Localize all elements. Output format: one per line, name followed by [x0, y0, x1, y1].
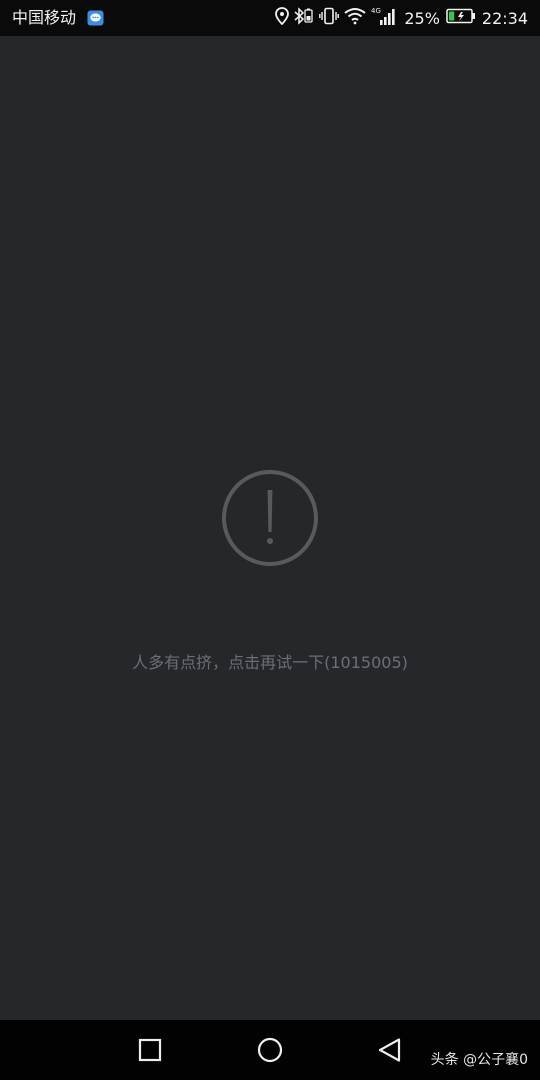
watermark: 头条 @公子襄0: [430, 1052, 528, 1068]
bluetooth-icon: [294, 7, 314, 29]
back-icon[interactable]: [377, 1037, 403, 1063]
status-bar: 中国移动 4G 25% 22:34: [0, 0, 540, 36]
wifi-icon: [344, 7, 366, 29]
vibrate-icon: [319, 7, 340, 29]
home-icon[interactable]: [257, 1037, 283, 1063]
clock: 22:34: [481, 8, 528, 28]
exclamation-circle-icon[interactable]: [220, 468, 320, 568]
error-message[interactable]: 人多有点挤，点击再试一下(1015005): [0, 652, 540, 674]
error-page[interactable]: 人多有点挤，点击再试一下(1015005): [0, 36, 540, 1020]
navigation-bar: 头条 @公子襄0: [0, 1020, 540, 1080]
recent-apps-icon[interactable]: [137, 1037, 163, 1063]
location-icon: [275, 7, 290, 29]
network-type-label: 4G: [371, 7, 381, 15]
battery-level-fill: [448, 11, 455, 21]
status-icons: 4G 25% 22:34: [275, 6, 528, 30]
signal-icon: 4G: [371, 6, 397, 30]
carrier-label: 中国移动: [12, 8, 77, 27]
battery-percent: 25%: [404, 8, 440, 28]
battery-charging-icon: [446, 8, 476, 28]
notification-app-icon: [87, 10, 104, 26]
